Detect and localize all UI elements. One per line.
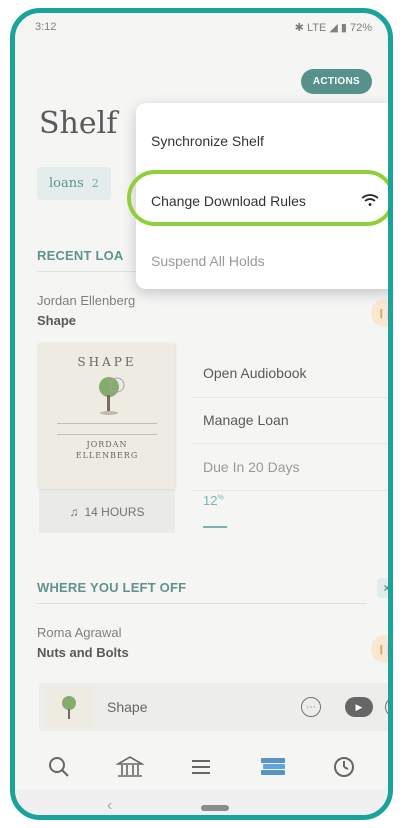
menu-item-synchronize-shelf[interactable]: Synchronize Shelf (151, 133, 264, 149)
highlight-annotation (127, 170, 388, 226)
menu-item-suspend-all-holds: Suspend All Holds (151, 253, 265, 269)
phone-frame: 3:12 ✱ LTE ◢ ▮ 72% ACTIONS Shelf loans 2… (10, 8, 393, 820)
